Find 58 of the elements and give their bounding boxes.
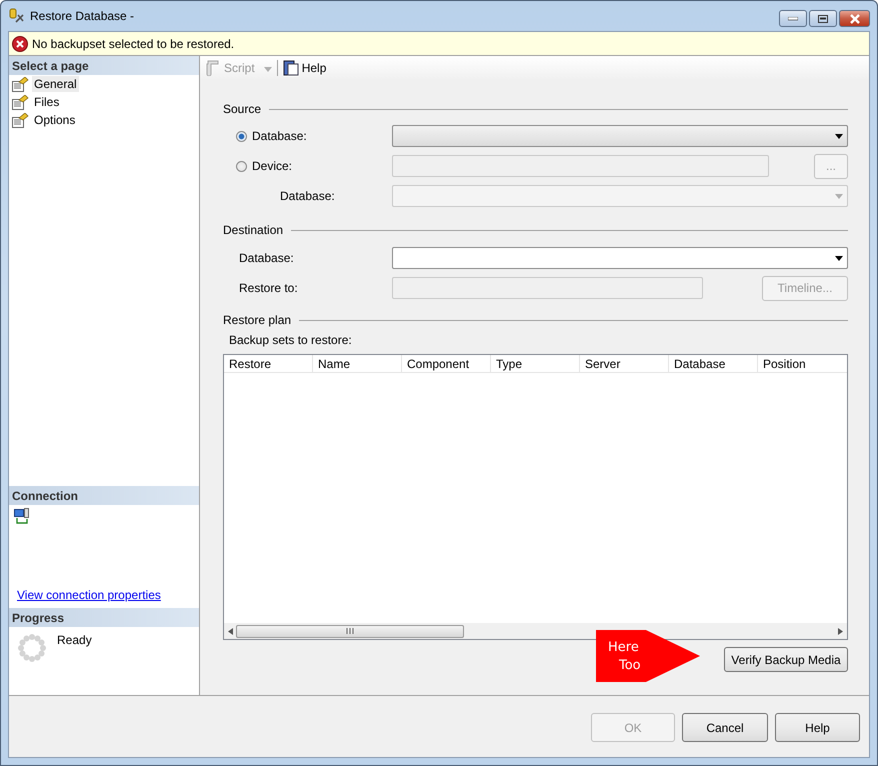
section-header: Progress (9, 608, 199, 627)
database-dropdown[interactable] (392, 125, 848, 147)
group-title: Source (223, 102, 262, 116)
section-header: Select a page (9, 56, 199, 75)
spinner-icon (17, 633, 47, 663)
error-message: No backupset selected to be restored. (32, 36, 234, 50)
maximize-button[interactable] (809, 10, 837, 27)
column-header[interactable]: Name (313, 355, 402, 372)
grip-icon (346, 628, 354, 634)
field-label: Database: (239, 251, 294, 265)
table-label: Backup sets to restore: (229, 333, 352, 347)
column-header[interactable]: Server (580, 355, 669, 372)
scroll-left-icon[interactable] (228, 628, 233, 634)
maximize-icon (818, 14, 828, 22)
window-title: Restore Database - (30, 9, 136, 23)
horizontal-scrollbar[interactable] (224, 623, 847, 639)
column-header[interactable]: Type (491, 355, 580, 372)
page-item[interactable]: Files (32, 94, 62, 110)
page-item[interactable]: General (32, 76, 79, 92)
close-icon (848, 14, 860, 24)
column-header[interactable]: Position (758, 355, 847, 372)
field-label: Database: (280, 189, 335, 203)
group-title: Destination (223, 223, 284, 237)
column-header[interactable]: Restore (224, 355, 313, 372)
page-icon (12, 112, 29, 128)
minimize-icon (788, 16, 798, 20)
page-item[interactable]: Options (32, 112, 78, 128)
server-connection-icon (14, 508, 30, 524)
help-book-icon (282, 60, 299, 76)
database-tools-icon (9, 8, 25, 24)
radio-button[interactable] (236, 130, 247, 142)
connection-properties-link[interactable]: View connection properties (17, 588, 195, 602)
field-label: Restore to: (239, 281, 298, 295)
scroll-right-icon[interactable] (838, 628, 843, 634)
caret-icon (835, 256, 843, 260)
radio-label: Database: (252, 129, 307, 143)
toolbar-button[interactable]: Help (280, 60, 328, 76)
destination-database-dropdown[interactable] (392, 247, 848, 269)
radio-button[interactable] (236, 160, 247, 172)
page-icon (12, 94, 29, 110)
dialog-button[interactable]: Help (775, 713, 860, 742)
error-icon (12, 36, 28, 52)
caret-icon (264, 67, 272, 72)
close-button[interactable] (839, 10, 870, 27)
caret-icon (835, 134, 843, 138)
radio-label: Device: (252, 159, 292, 173)
group-title: Restore plan (223, 313, 292, 327)
caret-icon (835, 194, 843, 198)
page-icon (12, 76, 29, 92)
dialog-button[interactable]: Cancel (682, 713, 768, 742)
verify-backup-media-button[interactable]: Verify Backup Media (724, 647, 848, 672)
device-field[interactable] (392, 155, 769, 177)
column-header[interactable]: Component (402, 355, 491, 372)
restore-to-field[interactable] (392, 277, 703, 299)
section-header: Connection (9, 486, 199, 505)
column-header[interactable]: Database (669, 355, 758, 372)
minimize-button[interactable] (779, 10, 807, 27)
progress-status: Ready (57, 633, 92, 647)
